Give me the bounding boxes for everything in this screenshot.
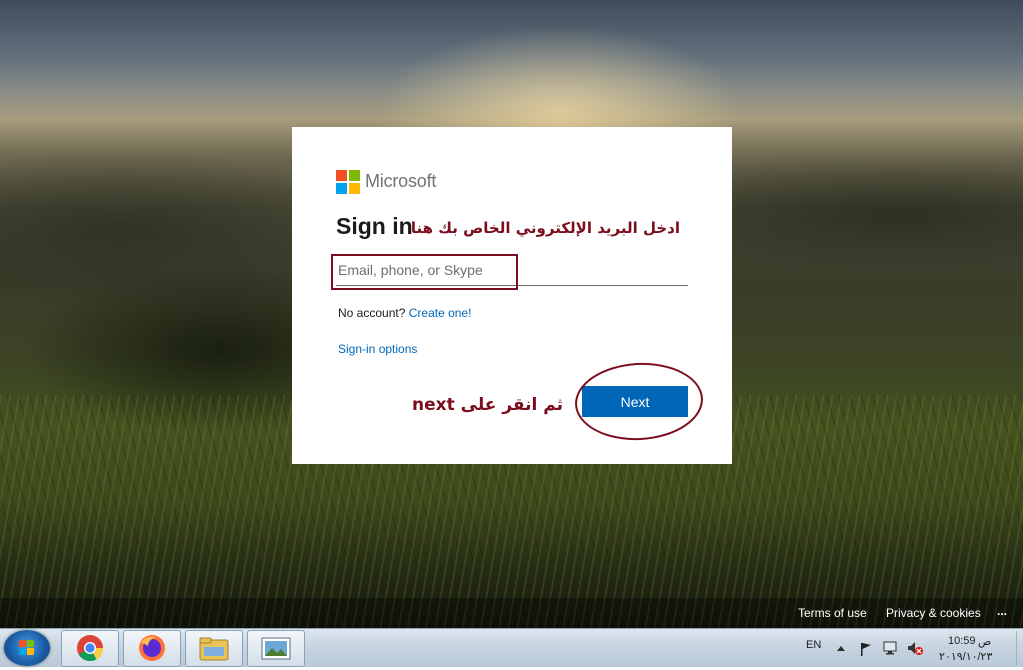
taskbar: EN 10:59 ص ٢٠١٩/١٠/٢٣	[0, 628, 1023, 667]
next-button[interactable]: Next	[582, 386, 688, 417]
footer-strip	[0, 598, 1023, 628]
clock-time: 10:59	[948, 635, 976, 647]
brand-name: Microsoft	[365, 171, 437, 191]
language-indicator[interactable]: EN	[806, 639, 821, 651]
create-account-link[interactable]: Create one!	[409, 306, 472, 320]
network-icon[interactable]	[882, 640, 900, 656]
chrome-taskbar-button[interactable]	[61, 630, 119, 667]
chrome-icon	[77, 635, 104, 662]
email-field[interactable]	[336, 255, 688, 286]
photo-viewer-icon	[261, 637, 291, 660]
clock[interactable]: 10:59 ص ٢٠١٩/١٠/٢٣	[936, 631, 1006, 665]
next-annotation: ثم انقر على next	[412, 395, 563, 415]
no-account-text: No account?	[338, 306, 406, 320]
firefox-taskbar-button[interactable]	[123, 630, 181, 667]
clock-period: ص	[978, 636, 992, 648]
signin-options-link[interactable]: Sign-in options	[338, 342, 417, 356]
show-hidden-icons-icon[interactable]	[836, 644, 846, 652]
signin-dialog: Microsoft Sign in ادخل البريد الإلكتروني…	[292, 127, 732, 464]
system-tray: EN 10:59 ص ٢٠١٩/١٠/٢٣	[790, 629, 1023, 667]
more-options-icon[interactable]: ...	[997, 604, 1007, 618]
start-button[interactable]	[4, 630, 50, 666]
volume-muted-icon[interactable]	[906, 640, 924, 656]
firefox-icon	[139, 635, 165, 661]
file-explorer-taskbar-button[interactable]	[185, 630, 243, 667]
microsoft-logo-icon	[336, 170, 360, 194]
terms-link[interactable]: Terms of use	[798, 606, 867, 620]
email-annotation: ادخل البريد الإلكتروني الخاص بك هنا	[410, 219, 680, 237]
privacy-link[interactable]: Privacy & cookies	[886, 606, 981, 620]
clock-date: ٢٠١٩/١٠/٢٣	[939, 651, 993, 663]
photo-viewer-taskbar-button[interactable]	[247, 630, 305, 667]
show-desktop-button[interactable]	[1016, 631, 1023, 665]
no-account-row: No account? Create one!	[338, 306, 471, 320]
action-center-flag-icon[interactable]	[858, 641, 874, 657]
folder-icon	[199, 637, 229, 661]
